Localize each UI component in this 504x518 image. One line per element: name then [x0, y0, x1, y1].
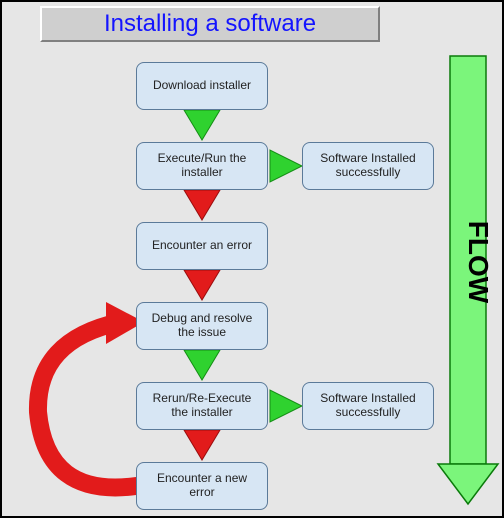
node-error-1: Encounter an error [136, 222, 268, 270]
node-success-1: Software Installed successfully [302, 142, 434, 190]
arrow-down-1 [184, 110, 220, 140]
arrow-right-2 [270, 390, 302, 422]
node-error-2: Encounter a new error [136, 462, 268, 510]
node-success-2: Software Installed successfully [302, 382, 434, 430]
diagram-frame: Installing a software FLOW Download inst… [0, 0, 504, 518]
node-rerun: Rerun/Re-Execute the installer [136, 382, 268, 430]
arrow-loop-back [38, 302, 144, 487]
node-debug: Debug and resolve the issue [136, 302, 268, 350]
arrow-right-1 [270, 150, 302, 182]
diagram-title: Installing a software [40, 6, 380, 42]
node-execute: Execute/Run the installer [136, 142, 268, 190]
arrow-down-2 [184, 190, 220, 220]
arrow-down-4 [184, 350, 220, 380]
arrow-down-5 [184, 430, 220, 460]
arrow-down-3 [184, 270, 220, 300]
node-download: Download installer [136, 62, 268, 110]
flow-arrow-label: FLOW [463, 221, 494, 304]
